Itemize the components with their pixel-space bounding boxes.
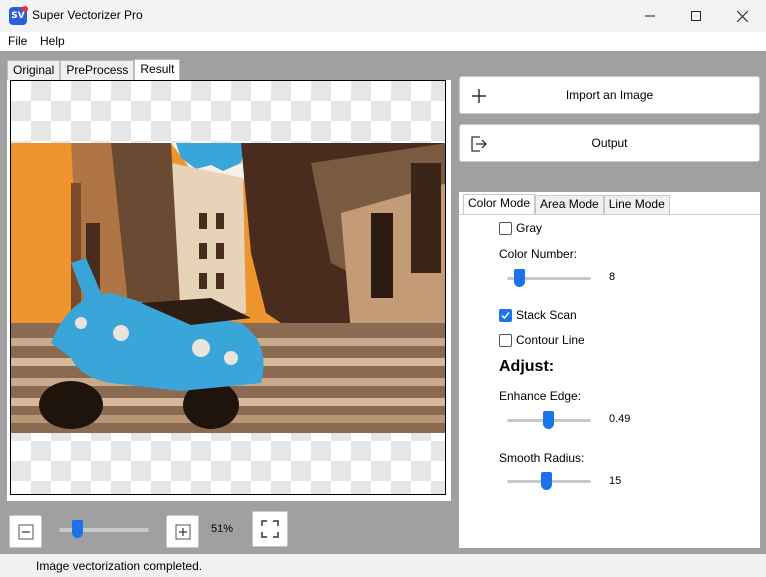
smooth-radius-slider[interactable] xyxy=(507,472,591,490)
fit-to-window-button[interactable] xyxy=(252,511,288,547)
smooth-radius-thumb[interactable] xyxy=(541,472,553,490)
menu-file[interactable]: File xyxy=(8,34,27,48)
image-canvas[interactable] xyxy=(10,80,446,495)
import-image-label: Import an Image xyxy=(565,88,654,102)
menu-help[interactable]: Help xyxy=(40,34,65,48)
output-button[interactable]: Output xyxy=(459,124,760,162)
checkbox-box xyxy=(499,221,512,235)
zoom-out-button[interactable] xyxy=(9,515,42,548)
preview-panel: Original PreProcess Result 51% xyxy=(7,59,451,551)
color-number-value: 8 xyxy=(609,271,616,283)
zoom-bar: 51% xyxy=(7,501,451,551)
minimize-button[interactable] xyxy=(627,0,673,32)
color-mode-settings: Gray Color Number: 8 Stack Scan Contour … xyxy=(459,214,760,548)
enhance-edge-value: 0.49 xyxy=(609,413,631,425)
fullscreen-icon xyxy=(261,520,279,538)
checkbox-box xyxy=(499,333,512,347)
zoom-slider-thumb[interactable] xyxy=(72,520,83,538)
status-bar: Image vectorization completed. xyxy=(0,554,766,577)
minimize-icon xyxy=(645,15,655,17)
status-text: Image vectorization completed. xyxy=(36,559,203,573)
plus-icon xyxy=(175,524,190,539)
import-image-button[interactable]: Import an Image xyxy=(459,76,760,114)
mode-tabs: Color Mode Area Mode Line Mode xyxy=(463,194,670,214)
contour-line-label: Contour Line xyxy=(516,333,585,347)
zoom-slider[interactable] xyxy=(59,520,149,538)
gray-label: Gray xyxy=(516,221,543,235)
tab-result[interactable]: Result xyxy=(134,59,181,80)
color-number-thumb[interactable] xyxy=(513,269,525,287)
zoom-in-button[interactable] xyxy=(166,515,199,548)
zoom-level: 51% xyxy=(211,523,234,535)
app-icon: SV xyxy=(9,6,28,25)
window-title: Super Vectorizer Pro xyxy=(32,8,143,22)
gray-checkbox[interactable]: Gray xyxy=(499,221,542,235)
view-tabs: Original PreProcess Result xyxy=(7,59,181,80)
tab-color-mode[interactable]: Color Mode xyxy=(463,194,536,214)
stack-scan-label: Stack Scan xyxy=(516,308,577,322)
result-view xyxy=(7,80,451,501)
enhance-edge-thumb[interactable] xyxy=(543,411,555,429)
tab-original[interactable]: Original xyxy=(7,60,61,80)
enhance-edge-label: Enhance Edge: xyxy=(499,389,582,403)
minus-icon xyxy=(18,524,33,539)
output-label: Output xyxy=(591,136,628,150)
color-number-label: Color Number: xyxy=(499,247,578,261)
smooth-radius-value: 15 xyxy=(609,475,622,487)
tab-line-mode[interactable]: Line Mode xyxy=(603,195,670,214)
check-icon xyxy=(501,311,510,319)
adjust-heading: Adjust: xyxy=(499,358,555,375)
stack-scan-checkbox[interactable]: Stack Scan xyxy=(499,308,577,322)
tab-preprocess[interactable]: PreProcess xyxy=(60,60,135,80)
close-icon xyxy=(736,10,748,22)
workspace: Original PreProcess Result 51% Import an… xyxy=(0,51,766,554)
settings-panel: Import an Image Output Color Mode Area M… xyxy=(459,76,760,548)
contour-line-checkbox[interactable]: Contour Line xyxy=(499,333,585,347)
color-number-slider[interactable] xyxy=(507,269,591,287)
mode-panel: Color Mode Area Mode Line Mode Gray Colo… xyxy=(459,192,760,548)
checkbox-box xyxy=(499,308,512,322)
tab-area-mode[interactable]: Area Mode xyxy=(535,195,604,214)
maximize-button[interactable] xyxy=(673,0,719,32)
maximize-icon xyxy=(691,11,701,21)
smooth-radius-label: Smooth Radius: xyxy=(499,451,585,465)
enhance-edge-slider[interactable] xyxy=(507,411,591,429)
vectorized-image xyxy=(11,143,445,433)
menu-bar: File Help xyxy=(0,32,766,51)
title-bar: SV Super Vectorizer Pro xyxy=(0,0,766,32)
close-button[interactable] xyxy=(719,0,765,32)
